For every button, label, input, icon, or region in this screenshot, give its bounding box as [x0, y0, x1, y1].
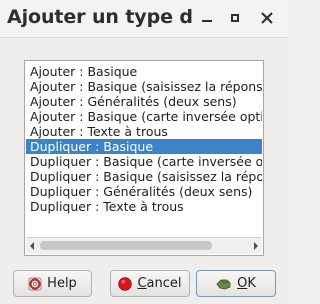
- note-type-list[interactable]: Ajouter : Basique Ajouter : Basique (sai…: [24, 60, 264, 256]
- cancel-red-circle-icon: [118, 276, 133, 291]
- list-item[interactable]: Dupliquer : Basique (saisissez la répons…: [26, 169, 262, 184]
- list-item[interactable]: Ajouter : Basique (saisissez la réponse): [26, 79, 262, 94]
- cancel-label: Cancel: [137, 276, 182, 291]
- help-label: Help: [47, 276, 77, 291]
- list-item[interactable]: Dupliquer : Texte à trous: [26, 199, 262, 214]
- list-item-selected[interactable]: Dupliquer : Basique: [26, 139, 262, 154]
- add-note-type-dialog: Ajouter un type d... Ajouter : Basique A…: [0, 0, 288, 304]
- ok-label: OK: [237, 276, 256, 291]
- help-lifebuoy-icon: [28, 277, 42, 291]
- scrollbar-thumb[interactable]: [40, 241, 212, 250]
- list-item[interactable]: Ajouter : Basique: [26, 64, 262, 79]
- title-bar[interactable]: Ajouter un type d...: [0, 0, 288, 38]
- minimize-button[interactable]: [198, 9, 216, 27]
- list-item[interactable]: Ajouter : Texte à trous: [26, 124, 262, 139]
- ok-hand-icon: [216, 277, 232, 291]
- list-item[interactable]: Ajouter : Basique (carte inversée option…: [26, 109, 262, 124]
- ok-button[interactable]: OK: [196, 270, 276, 297]
- window-title: Ajouter un type d...: [7, 6, 192, 28]
- note-type-list-items: Ajouter : Basique Ajouter : Basique (sai…: [26, 64, 262, 214]
- close-button[interactable]: [258, 9, 276, 27]
- maximize-icon: [231, 14, 239, 22]
- cancel-button[interactable]: Cancel: [110, 270, 190, 297]
- scroll-right-icon[interactable]: [254, 242, 258, 250]
- list-item[interactable]: Dupliquer : Basique (carte inversée opti…: [26, 154, 262, 169]
- close-icon: [261, 12, 273, 24]
- list-item[interactable]: Ajouter : Généralités (deux sens): [26, 94, 262, 109]
- help-button[interactable]: Help: [13, 270, 92, 297]
- horizontal-scrollbar[interactable]: [26, 237, 262, 254]
- scroll-left-icon[interactable]: [30, 242, 34, 250]
- maximize-button[interactable]: [226, 9, 244, 27]
- list-item[interactable]: Dupliquer : Généralités (deux sens): [26, 184, 262, 199]
- minimize-icon: [202, 20, 212, 22]
